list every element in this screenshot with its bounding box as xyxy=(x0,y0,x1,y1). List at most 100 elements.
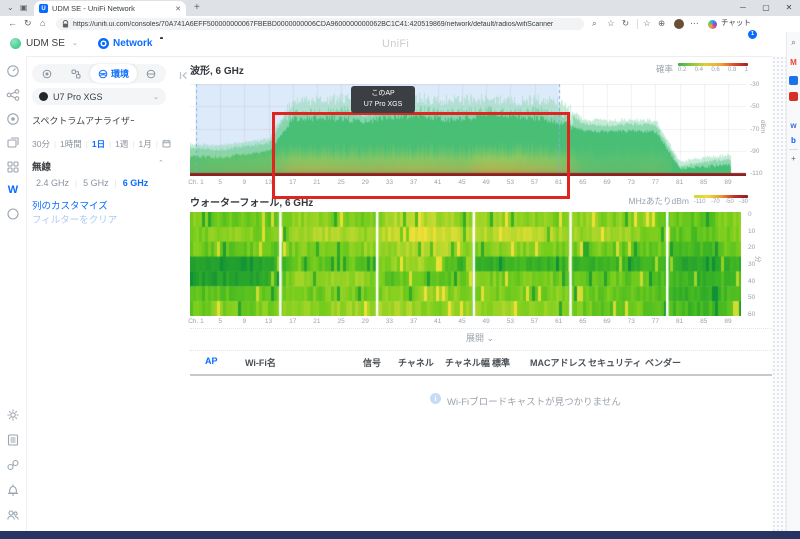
gauge-icon[interactable] xyxy=(6,64,20,78)
probability-legend-label: 確率 xyxy=(655,64,673,74)
add-sidebar-item-icon[interactable]: + xyxy=(789,154,798,163)
chat-button[interactable]: チャット xyxy=(721,16,751,30)
band-2g[interactable]: 2.4 GHz xyxy=(36,178,69,188)
gear-icon[interactable] xyxy=(6,408,20,422)
wifiman-icon[interactable]: W xyxy=(6,183,20,197)
table-column-header-4[interactable]: チャネル幅 xyxy=(445,356,490,369)
tab-globe[interactable] xyxy=(137,64,166,83)
axis-label: 73 xyxy=(627,318,635,325)
ap-device-selector[interactable]: U7 Pro XGS ⌄ xyxy=(32,88,166,105)
axis-label: -110 xyxy=(750,170,763,177)
band-5g[interactable]: 5 GHz xyxy=(83,178,109,188)
axis-label: 61 xyxy=(555,318,563,325)
bing-icon[interactable]: b xyxy=(789,136,798,145)
close-button[interactable]: ✕ xyxy=(778,0,800,15)
table-column-header-0[interactable]: AP xyxy=(205,356,218,366)
browser-tab[interactable]: U UDM SE - UniFi Network ✕ xyxy=(34,1,186,16)
tab-environment[interactable]: 環境 xyxy=(90,64,137,83)
browser-urlbar: ← ↻ ⌂ https://unifi.ui.com/consoles/70A7… xyxy=(0,16,800,33)
tab-list-chevron-icon[interactable]: ⌄ xyxy=(7,0,14,16)
url-field[interactable]: https://unifi.ui.com/consoles/70A741A6EF… xyxy=(56,18,584,30)
devices-icon[interactable] xyxy=(6,136,20,150)
tab-overview-icon[interactable]: ▣ xyxy=(20,0,28,16)
minimize-button[interactable]: ─ xyxy=(732,0,754,15)
search-page-icon[interactable]: ⌕ xyxy=(592,16,597,30)
band-6g[interactable]: 6 GHz xyxy=(123,178,149,188)
panel-collapse-icon[interactable] xyxy=(179,67,188,85)
clear-filters-link[interactable]: フィルターをクリア xyxy=(32,212,117,226)
browser-menu-icon[interactable]: ⋯ xyxy=(690,16,699,30)
grid-icon[interactable] xyxy=(6,160,20,174)
app-window: ⌄ ▣ U UDM SE - UniFi Network ✕ + ─ ▢ ✕ ←… xyxy=(0,0,800,539)
wireless-section-label: 無線 xyxy=(32,162,52,173)
team-icon[interactable] xyxy=(6,508,20,522)
collections-icon[interactable]: ⊕ xyxy=(658,16,665,30)
axis-label: 77 xyxy=(651,179,660,186)
table-column-header-1[interactable]: Wi-Fi名 xyxy=(245,356,276,369)
console-chevron-icon[interactable]: ⌄ xyxy=(72,32,78,56)
reload-icon[interactable]: ↻ xyxy=(24,16,32,31)
calendar-icon[interactable] xyxy=(162,139,171,150)
waterfall-y-axis-unit: 分 xyxy=(754,256,761,263)
calendar-app-icon[interactable] xyxy=(789,76,798,85)
maximize-button[interactable]: ▢ xyxy=(755,0,777,15)
table-column-header-7[interactable]: セキュリティ xyxy=(588,356,641,369)
tab-topology[interactable] xyxy=(61,64,90,83)
radio-icon[interactable] xyxy=(6,112,20,126)
divider xyxy=(190,350,772,351)
ring-icon[interactable] xyxy=(6,207,20,221)
sidebar-search-icon[interactable]: ⌕ xyxy=(789,38,798,47)
axis-label: 53 xyxy=(506,318,514,325)
axis-label: 37 xyxy=(409,318,418,325)
wireless-collapse-chevron-icon[interactable]: ⌃ xyxy=(158,159,164,167)
new-tab-icon[interactable]: + xyxy=(194,0,200,16)
wikipedia-icon[interactable]: w xyxy=(789,121,798,130)
link-icon[interactable] xyxy=(6,458,20,472)
environment-icon xyxy=(98,69,108,78)
customize-columns-link[interactable]: 列のカスタマイズ xyxy=(32,198,108,212)
copilot-icon[interactable] xyxy=(708,19,717,29)
unifi-watermark: UniFi xyxy=(382,38,410,50)
table-column-header-6[interactable]: MACアドレス xyxy=(530,356,587,369)
expand-toggle[interactable]: 展開 ⌄ xyxy=(400,331,560,344)
console-name[interactable]: UDM SE xyxy=(26,32,65,56)
tab-close-icon[interactable]: ✕ xyxy=(175,5,181,13)
divider xyxy=(637,19,638,29)
journal-icon[interactable] xyxy=(6,433,20,447)
axis-label: 10 xyxy=(748,227,756,235)
table-column-header-8[interactable]: ベンダー xyxy=(645,356,681,369)
band-group: 2.4 GHz | 5 GHz | 6 GHz xyxy=(36,178,149,188)
notification-badge: 1 xyxy=(747,29,758,40)
alarm-icon[interactable] xyxy=(6,483,20,497)
expand-label: 展開 xyxy=(465,333,484,343)
history-icon[interactable]: ↻ xyxy=(622,16,629,30)
tab-radar[interactable] xyxy=(32,64,61,83)
axis-label: 5 xyxy=(218,318,222,325)
back-icon[interactable]: ← xyxy=(8,16,17,31)
time-range-1mo[interactable]: 1月 xyxy=(138,138,151,150)
axis-label: Ch. 1 xyxy=(188,179,204,186)
axis-label: 20 xyxy=(748,244,756,252)
favorites-bar-icon[interactable]: ☆ xyxy=(643,16,651,30)
axis-label: Ch. 1 xyxy=(188,318,204,325)
time-range-1w[interactable]: 1週 xyxy=(115,138,128,150)
dbm-legend-ticks: -110 -70 -50 -30 xyxy=(694,199,748,205)
time-range-1d[interactable]: 1日 xyxy=(92,138,105,150)
home-icon[interactable]: ⌂ xyxy=(40,16,45,31)
table-column-header-3[interactable]: チャネル xyxy=(398,356,434,369)
table-column-header-5[interactable]: 標準 xyxy=(492,356,510,369)
topology-icon[interactable] xyxy=(6,88,20,102)
red-app-icon[interactable] xyxy=(789,92,798,101)
ap-tooltip-line1: このAP xyxy=(371,90,395,97)
gmail-icon[interactable]: M xyxy=(789,58,798,67)
profile-avatar[interactable] xyxy=(674,19,684,29)
time-range-1h[interactable]: 1時間 xyxy=(60,138,82,150)
favorite-star-icon[interactable]: ☆ xyxy=(607,16,615,30)
probability-legend-ticks: 0.2 0.4 0.6 0.8 1 xyxy=(678,67,748,73)
table-column-header-2[interactable]: 信号 xyxy=(363,356,381,369)
waterfall-canvas[interactable] xyxy=(190,212,741,316)
axis-label: 85 xyxy=(700,318,708,325)
axis-label: 69 xyxy=(603,318,611,325)
network-app-tab[interactable]: Network xyxy=(113,32,152,56)
time-range-30m[interactable]: 30分 xyxy=(32,138,50,150)
